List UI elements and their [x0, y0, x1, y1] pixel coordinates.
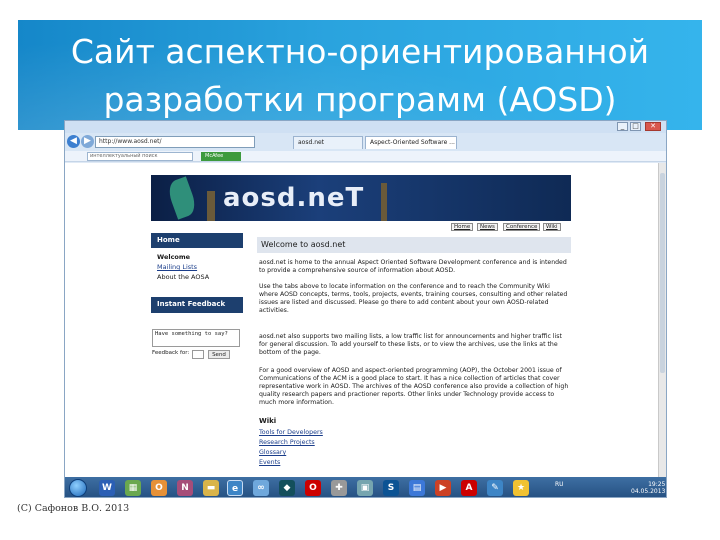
slide-credit: (C) Сафонов В.О. 2013: [17, 503, 130, 514]
sidebar-home-header[interactable]: Home: [151, 233, 243, 248]
feedback-textarea[interactable]: Have something to say?: [152, 329, 240, 347]
sidebar-item-about-aosa[interactable]: About the AOSA: [157, 273, 209, 281]
outlook-icon[interactable]: O: [151, 480, 167, 496]
back-icon[interactable]: ◀: [67, 135, 80, 148]
tab-wiki[interactable]: Wiki: [543, 223, 561, 231]
feedback-controls: Feedback for: Send: [152, 350, 230, 360]
wiki-link-research[interactable]: Research Projects: [259, 439, 315, 446]
feedback-target-select[interactable]: [192, 350, 204, 359]
tool-icon[interactable]: ✚: [331, 480, 347, 496]
wiki-header: Wiki: [259, 417, 277, 425]
windows-taskbar: W ▦ O N ▬ e ∞ ◆ O ✚ ▣ S ▤ ▶ A ✎ ★ RU 19:…: [65, 477, 666, 497]
scrollbar-thumb[interactable]: [660, 173, 665, 373]
internet-explorer-icon[interactable]: e: [227, 480, 243, 496]
opera-icon[interactable]: O: [305, 480, 321, 496]
mcafee-addon[interactable]: McAfee: [201, 152, 241, 161]
vertical-scrollbar[interactable]: [658, 163, 666, 477]
feedback-for-label: Feedback for:: [152, 350, 190, 356]
web-page: aosd.neT Home Welcome Mailing Lists Abou…: [65, 163, 660, 477]
address-bar[interactable]: http://www.aosd.net/: [95, 136, 255, 148]
archive-icon[interactable]: ★: [513, 480, 529, 496]
welcome-title: Welcome to aosd.net: [257, 237, 571, 253]
paragraph-overview: For a good overview of AOSD and aspect-o…: [259, 367, 569, 406]
site-banner: aosd.neT: [151, 175, 571, 221]
compress-icon[interactable]: ✎: [487, 480, 503, 496]
media-icon[interactable]: ▶: [435, 480, 451, 496]
folder-icon[interactable]: ▬: [203, 480, 219, 496]
wiki-link-events[interactable]: Events: [259, 459, 280, 466]
tab-aosd[interactable]: aosd.net: [293, 136, 363, 149]
onenote-icon[interactable]: N: [177, 480, 193, 496]
search-toolbar: интеллектуальный поиск McAfee: [65, 151, 666, 162]
tab-aspect-oriented[interactable]: Aspect-Oriented Software ...: [365, 136, 457, 149]
word-icon[interactable]: W: [99, 480, 115, 496]
site-logo[interactable]: aosd.neT: [223, 183, 364, 213]
toolbar-search-input[interactable]: интеллектуальный поиск: [87, 152, 193, 161]
acrobat-icon[interactable]: A: [461, 480, 477, 496]
sidebar-item-welcome[interactable]: Welcome: [157, 253, 190, 261]
start-button-icon[interactable]: [69, 479, 87, 497]
shield-icon[interactable]: ◆: [279, 480, 295, 496]
navigation-bar: ◀ ▶ http://www.aosd.net/ aosd.net Aspect…: [65, 133, 666, 151]
site-sidebar: Home Welcome Mailing Lists About the AOS…: [151, 233, 243, 363]
viewer-icon[interactable]: ▣: [357, 480, 373, 496]
clock-time: 19:25: [648, 481, 666, 488]
forward-icon[interactable]: ▶: [81, 135, 94, 148]
slide-header-band: Сайт аспектно-ориентированной разработки…: [18, 20, 702, 130]
save-icon[interactable]: ▤: [409, 480, 425, 496]
sidebar-item-mailing-lists[interactable]: Mailing Lists: [157, 263, 197, 271]
clock-date: 04.05.2013: [631, 488, 666, 495]
tab-conference[interactable]: Conference: [503, 223, 541, 231]
tab-home[interactable]: Home: [451, 223, 474, 231]
wiki-link-glossary[interactable]: Glossary: [259, 449, 286, 456]
language-indicator[interactable]: RU: [555, 481, 564, 488]
clock[interactable]: 19:25 04.05.2013: [631, 481, 665, 495]
slide-title: Сайт аспектно-ориентированной разработки…: [18, 28, 702, 124]
slide-title-line2: разработки программ (AOSD): [103, 80, 617, 119]
sidebar-feedback-header: Instant Feedback: [151, 297, 243, 313]
paragraph-intro: aosd.net is home to the annual Aspect Or…: [259, 259, 567, 274]
network-icon[interactable]: ∞: [253, 480, 269, 496]
app-icon[interactable]: ▦: [125, 480, 141, 496]
slide-title-line1: Сайт аспектно-ориентированной: [70, 32, 650, 71]
city-tower-icon: [207, 191, 215, 221]
tab-news[interactable]: News: [477, 223, 498, 231]
city-tower-icon: [381, 183, 387, 221]
browser-screenshot: _ □ ✕ ◀ ▶ http://www.aosd.net/ aosd.net …: [64, 120, 667, 498]
wiki-link-tools[interactable]: Tools for Developers: [259, 429, 323, 436]
send-button[interactable]: Send: [208, 350, 230, 359]
paragraph-mailing: aosd.net also supports two mailing lists…: [259, 333, 562, 356]
paragraph-tabs: Use the tabs above to locate information…: [259, 283, 568, 314]
skype-icon[interactable]: S: [383, 480, 399, 496]
main-content: Home News Conference Wiki Welcome to aos…: [257, 223, 571, 473]
